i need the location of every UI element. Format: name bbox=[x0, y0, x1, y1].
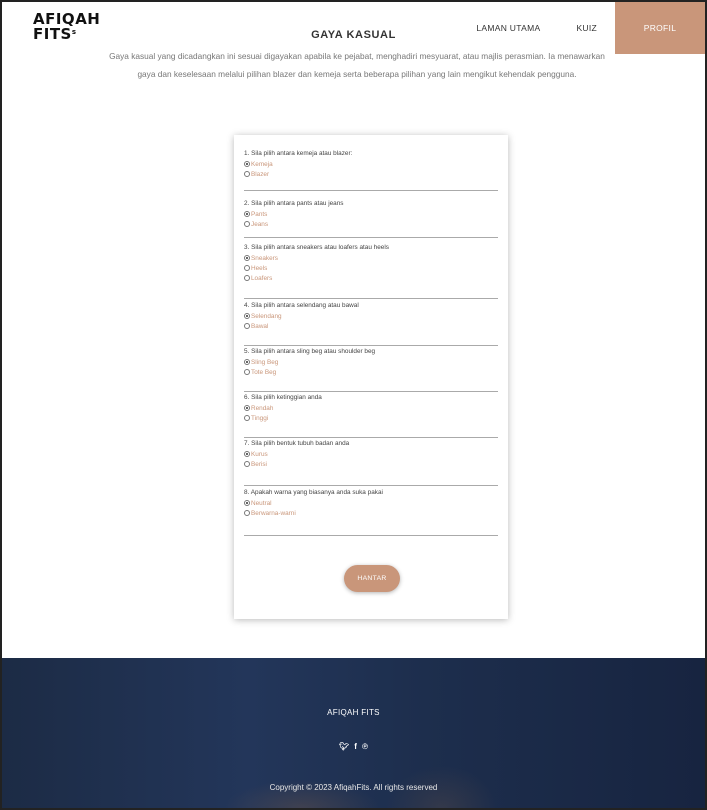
radio-selected-icon[interactable] bbox=[244, 500, 250, 506]
option-label: Loafers bbox=[251, 274, 273, 282]
facebook-icon[interactable]: f bbox=[354, 742, 357, 751]
pinterest-icon[interactable]: ℗ bbox=[362, 742, 368, 751]
option-label: Blazer bbox=[251, 170, 270, 178]
radio-selected-icon[interactable] bbox=[244, 313, 250, 319]
footer-brand: AFIQAH FITS bbox=[327, 708, 380, 717]
option-label: Berisi bbox=[251, 460, 267, 468]
radio-unselected-icon[interactable] bbox=[244, 275, 250, 281]
answer-option[interactable]: Heels bbox=[244, 263, 498, 273]
question-text: 7. Sila pilih bentuk tubuh badan anda bbox=[244, 440, 350, 447]
answer-option[interactable]: Tote Beg bbox=[244, 367, 498, 377]
answer-option[interactable]: Tinggi bbox=[244, 413, 498, 423]
answer-option[interactable]: Bawal bbox=[244, 321, 498, 331]
question-divider bbox=[244, 437, 498, 438]
radio-unselected-icon[interactable] bbox=[244, 265, 250, 271]
radio-selected-icon[interactable] bbox=[244, 255, 250, 261]
quiz-question-7: 7. Sila pilih bentuk tubuh badan anda Kur… bbox=[244, 439, 498, 469]
answer-option[interactable]: Blazer bbox=[244, 169, 498, 179]
answer-option[interactable]: Neutral bbox=[244, 498, 498, 508]
answer-option[interactable]: Rendah bbox=[244, 403, 498, 413]
copyright: Copyright © 2023 AfiqahFits. All rights … bbox=[269, 783, 438, 792]
option-label: Neutral bbox=[251, 499, 272, 507]
answer-option[interactable]: Loafers bbox=[244, 273, 498, 283]
answer-option[interactable]: Berwarna-warni bbox=[244, 508, 498, 518]
quiz-question-5: 5. Sila pilih antara sling beg atau shou… bbox=[244, 347, 498, 377]
radio-selected-icon[interactable] bbox=[244, 405, 250, 411]
radio-unselected-icon[interactable] bbox=[244, 510, 250, 516]
quiz-question-2: 2. Sila pilih antara pants atau jeans Pan… bbox=[244, 199, 498, 229]
intro-line-2: gaya dan keselesaan melalui pilihan blaz… bbox=[137, 69, 577, 79]
question-text: 5. Sila pilih antara sling beg atau shou… bbox=[244, 348, 376, 355]
intro-text: Gaya kasual yang dicadangkan ini sesuai … bbox=[62, 47, 652, 83]
quiz-question-8: 8. Apakah warna yang biasanya anda suka … bbox=[244, 488, 498, 518]
radio-unselected-icon[interactable] bbox=[244, 461, 250, 467]
twitter-icon[interactable]: 🐦︎ bbox=[339, 742, 349, 751]
option-label: Rendah bbox=[251, 404, 274, 412]
radio-unselected-icon[interactable] bbox=[244, 415, 250, 421]
option-label: Heels bbox=[251, 264, 268, 272]
question-text: 3. Sila pilih antara sneakers atau loafe… bbox=[244, 244, 389, 251]
answer-option[interactable]: Kurus bbox=[244, 449, 498, 459]
quiz-question-4: 4. Sila pilih antara selendang atau bawa… bbox=[244, 301, 498, 331]
quiz-form: HANTAR 1. Sila pilih antara kemeja atau … bbox=[234, 135, 508, 619]
question-divider bbox=[244, 391, 498, 392]
question-text: 2. Sila pilih antara pants atau jeans bbox=[244, 200, 344, 207]
quiz-question-1: 1. Sila pilih antara kemeja atau blazer:… bbox=[244, 149, 498, 179]
page-title: GAYA KASUAL bbox=[311, 29, 396, 41]
submit-button[interactable]: HANTAR bbox=[344, 565, 400, 592]
question-divider bbox=[244, 298, 498, 299]
radio-unselected-icon[interactable] bbox=[244, 369, 250, 375]
answer-option[interactable]: Selendang bbox=[244, 311, 498, 321]
quiz-question-6: 6. Sila pilih ketinggian anda Rendah Tingg… bbox=[244, 393, 498, 423]
question-text: 8. Apakah warna yang biasanya anda suka … bbox=[244, 489, 383, 496]
question-text: 1. Sila pilih antara kemeja atau blazer: bbox=[244, 150, 353, 157]
radio-selected-icon[interactable] bbox=[244, 359, 250, 365]
question-divider bbox=[244, 190, 498, 191]
option-label: Kemeja bbox=[251, 160, 273, 168]
radio-unselected-icon[interactable] bbox=[244, 323, 250, 329]
footer: AFIQAH FITS 🐦︎ f ℗ Copyright © 2023 Afiq… bbox=[2, 658, 705, 808]
answer-option[interactable]: Sling Beg bbox=[244, 357, 498, 367]
option-label: Pants bbox=[251, 210, 268, 218]
option-label: Sneakers bbox=[251, 254, 278, 262]
option-label: Kurus bbox=[251, 450, 268, 458]
radio-unselected-icon[interactable] bbox=[244, 221, 250, 227]
option-label: Berwarna-warni bbox=[251, 509, 296, 517]
option-label: Tote Beg bbox=[251, 368, 277, 376]
answer-option[interactable]: Pants bbox=[244, 209, 498, 219]
radio-selected-icon[interactable] bbox=[244, 451, 250, 457]
question-text: 6. Sila pilih ketinggian anda bbox=[244, 394, 322, 401]
question-divider bbox=[244, 485, 498, 486]
quiz-question-3: 3. Sila pilih antara sneakers atau loafe… bbox=[244, 243, 498, 283]
page-frame: AFIQAH FITSs LAMAN UTAMA KUIZ PROFIL GAY… bbox=[0, 0, 707, 810]
radio-selected-icon[interactable] bbox=[244, 161, 250, 167]
question-divider bbox=[244, 535, 498, 536]
option-label: Tinggi bbox=[251, 414, 269, 422]
radio-unselected-icon[interactable] bbox=[244, 171, 250, 177]
option-label: Selendang bbox=[251, 312, 282, 320]
social-links: 🐦︎ f ℗ bbox=[2, 742, 705, 751]
answer-option[interactable]: Sneakers bbox=[244, 253, 498, 263]
option-label: Bawal bbox=[251, 322, 269, 330]
question-divider bbox=[244, 237, 498, 238]
question-text: 4. Sila pilih antara selendang atau bawa… bbox=[244, 302, 359, 309]
option-label: Jeans bbox=[251, 220, 269, 228]
answer-option[interactable]: Berisi bbox=[244, 459, 498, 469]
question-divider bbox=[244, 345, 498, 346]
answer-option[interactable]: Kemeja bbox=[244, 159, 498, 169]
option-label: Sling Beg bbox=[251, 358, 279, 366]
intro-line-1: Gaya kasual yang dicadangkan ini sesuai … bbox=[109, 51, 605, 61]
answer-option[interactable]: Jeans bbox=[244, 219, 498, 229]
radio-selected-icon[interactable] bbox=[244, 211, 250, 217]
